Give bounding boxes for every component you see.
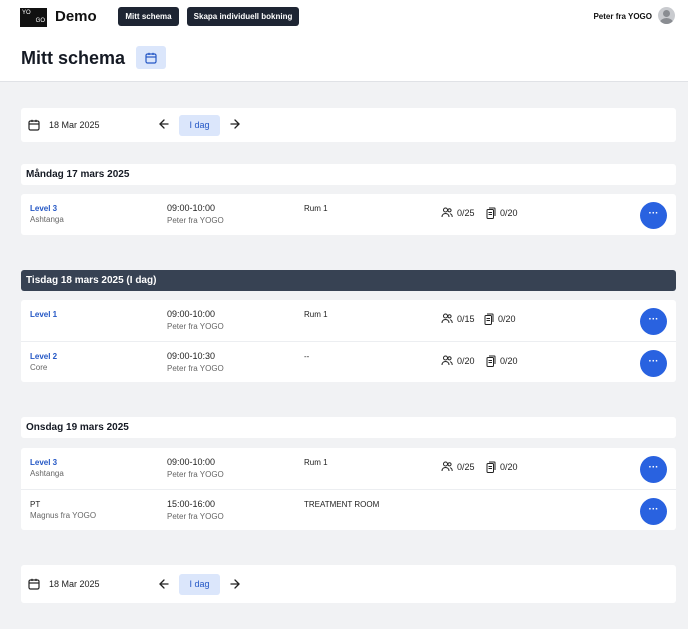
avatar[interactable]	[658, 7, 675, 24]
class-room: TREATMENT ROOM	[304, 500, 380, 509]
day-classes: Level 1 09:00-10:00 Peter fra YOGO Rum 1…	[21, 300, 676, 382]
today-button[interactable]: I dag	[179, 574, 220, 595]
class-time: 09:00-10:00	[167, 457, 216, 467]
class-time: 09:00-10:00	[167, 309, 216, 319]
class-name[interactable]: PT	[30, 500, 40, 509]
calendar-icon[interactable]	[28, 119, 40, 131]
day-classes: Level 3 Ashtanga 09:00-10:00 Peter fra Y…	[21, 448, 676, 530]
class-name[interactable]: Level 3	[30, 458, 57, 467]
class-row[interactable]: Level 1 09:00-10:00 Peter fra YOGO Rum 1…	[21, 300, 676, 341]
class-teacher: Peter fra YOGO	[167, 470, 224, 479]
today-button[interactable]: I dag	[179, 115, 220, 136]
waitlist-count: 0/20	[486, 355, 518, 367]
selected-date[interactable]: 18 Mar 2025	[49, 120, 100, 130]
more-options-button[interactable]: ···	[640, 202, 667, 229]
more-options-button[interactable]: ···	[640, 350, 667, 377]
arrow-left-icon[interactable]	[158, 578, 170, 590]
signups-count: 0/25	[441, 461, 475, 472]
users-icon	[441, 313, 453, 324]
day-classes: Level 3 Ashtanga 09:00-10:00 Peter fra Y…	[21, 194, 676, 235]
user-name[interactable]: Peter fra YOGO	[593, 12, 652, 21]
class-teacher: Peter fra YOGO	[167, 322, 224, 331]
users-icon	[441, 355, 453, 366]
class-name[interactable]: Level 2	[30, 352, 57, 361]
more-options-button[interactable]: ···	[640, 308, 667, 335]
date-navigator-top: 18 Mar 2025 I dag	[21, 108, 676, 142]
class-type: Magnus fra YOGO	[30, 511, 97, 520]
signups-count: 0/20	[441, 355, 475, 366]
arrow-left-icon[interactable]	[158, 118, 170, 130]
day-header: Måndag 17 mars 2025	[21, 164, 676, 185]
class-name[interactable]: Level 1	[30, 310, 57, 319]
logo[interactable]: YO GO	[20, 8, 47, 27]
signups-count: 0/25	[441, 207, 475, 218]
selected-date[interactable]: 18 Mar 2025	[49, 579, 100, 589]
signups-count: 0/15	[441, 313, 475, 324]
class-room: Rum 1	[304, 458, 328, 467]
page-header: Mitt schema	[0, 34, 688, 82]
clipboard-icon	[486, 355, 496, 367]
brand-name: Demo	[55, 8, 97, 25]
arrow-right-icon[interactable]	[229, 578, 241, 590]
class-name[interactable]: Level 3	[30, 204, 57, 213]
clipboard-icon	[486, 461, 496, 473]
nav-my-schedule-button[interactable]: Mitt schema	[118, 7, 179, 26]
class-time: 09:00-10:00	[167, 203, 216, 213]
class-room: --	[304, 352, 310, 361]
waitlist-count: 0/20	[486, 461, 518, 473]
class-teacher: Peter fra YOGO	[167, 512, 224, 521]
class-row[interactable]: Level 3 Ashtanga 09:00-10:00 Peter fra Y…	[21, 194, 676, 235]
nav-create-booking-button[interactable]: Skapa individuell bokning	[187, 7, 299, 26]
more-options-button[interactable]: ···	[640, 498, 667, 525]
class-teacher: Peter fra YOGO	[167, 364, 224, 373]
calendar-button[interactable]	[136, 46, 166, 69]
users-icon	[441, 207, 453, 218]
class-room: Rum 1	[304, 310, 328, 319]
more-options-button[interactable]: ···	[640, 456, 667, 483]
class-time: 15:00-16:00	[167, 499, 216, 509]
class-type: Core	[30, 363, 48, 372]
class-teacher: Peter fra YOGO	[167, 216, 224, 225]
day-header: Onsdag 19 mars 2025	[21, 417, 676, 438]
clipboard-icon	[484, 313, 494, 325]
waitlist-count: 0/20	[484, 313, 516, 325]
top-bar: YO GO Demo Mitt schema Skapa individuell…	[0, 0, 688, 34]
class-type: Ashtanga	[30, 215, 64, 224]
class-row[interactable]: Level 2 Core 09:00-10:30 Peter fra YOGO …	[21, 341, 676, 382]
class-time: 09:00-10:30	[167, 351, 216, 361]
users-icon	[441, 461, 453, 472]
clipboard-icon	[486, 207, 496, 219]
class-row[interactable]: PT Magnus fra YOGO 15:00-16:00 Peter fra…	[21, 489, 676, 530]
class-room: Rum 1	[304, 204, 328, 213]
waitlist-count: 0/20	[486, 207, 518, 219]
class-row[interactable]: Level 3 Ashtanga 09:00-10:00 Peter fra Y…	[21, 448, 676, 489]
day-header-today: Tisdag 18 mars 2025 (I dag)	[21, 270, 676, 291]
arrow-right-icon[interactable]	[229, 118, 241, 130]
calendar-icon[interactable]	[28, 578, 40, 590]
class-type: Ashtanga	[30, 469, 64, 478]
date-navigator-bottom: 18 Mar 2025 I dag	[21, 565, 676, 603]
page-title: Mitt schema	[21, 48, 126, 68]
calendar-icon	[145, 52, 157, 64]
